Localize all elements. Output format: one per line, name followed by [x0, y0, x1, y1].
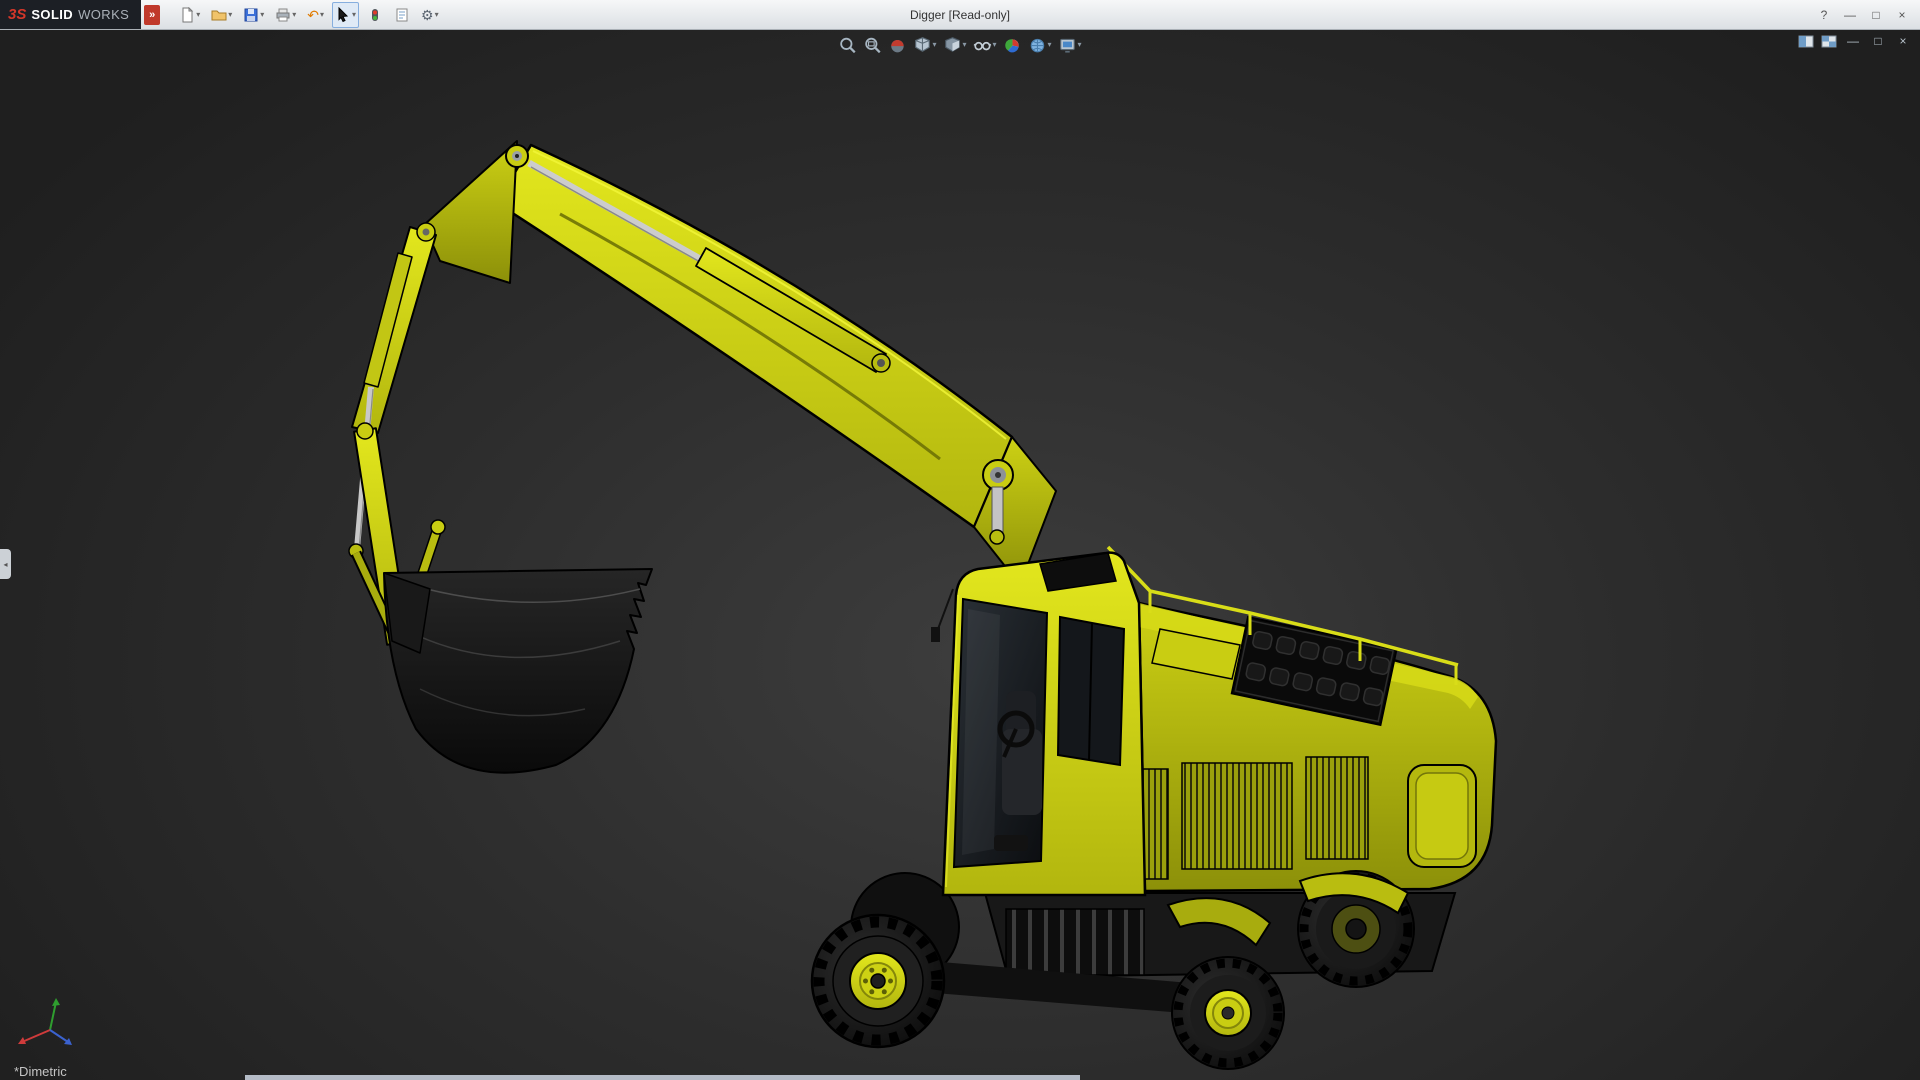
print-icon — [275, 7, 291, 23]
options-button[interactable]: ⚙ ▾ — [418, 2, 442, 28]
pane-split-icon[interactable] — [1821, 34, 1837, 49]
zoom-to-fit-icon — [838, 36, 856, 54]
section-view-icon — [888, 36, 906, 54]
options-gear-icon: ⚙ — [421, 8, 434, 22]
select-button[interactable]: ▾ — [332, 2, 359, 28]
display-style-button[interactable]: ▾ — [941, 31, 968, 59]
dropdown-caret-icon: ▾ — [352, 11, 356, 19]
dropdown-caret-icon: ▾ — [1048, 41, 1052, 49]
new-document-button[interactable]: ▾ — [176, 2, 203, 28]
rebuild-button[interactable] — [364, 2, 386, 28]
boom-arm-assembly[interactable] — [349, 141, 1056, 773]
reference-triad-icon — [10, 996, 90, 1056]
zoom-to-area-button[interactable] — [861, 31, 883, 59]
zoom-to-area-icon — [863, 36, 881, 54]
front-left-wheel[interactable] — [812, 915, 944, 1047]
heads-up-toolbar: ▾ ▾ ▾ ▾ ▾ — [836, 31, 1083, 59]
dropdown-caret-icon: ▾ — [992, 41, 996, 49]
front-right-wheel[interactable] — [1172, 957, 1284, 1069]
view-orientation-button[interactable]: ▾ — [911, 31, 938, 59]
brand-works-text: WORKS — [78, 7, 129, 22]
dropdown-caret-icon: ▾ — [932, 41, 936, 49]
menu-flyout-button[interactable]: » — [144, 5, 160, 25]
select-cursor-icon — [335, 7, 351, 23]
section-view-button[interactable] — [886, 31, 908, 59]
engine-body[interactable] — [1098, 547, 1496, 891]
side-grille-2[interactable] — [1182, 763, 1292, 869]
doc-close-button[interactable]: × — [1894, 33, 1912, 49]
hide-show-glasses-icon — [973, 36, 991, 54]
document-title: Digger [Read-only] — [910, 8, 1010, 22]
dropdown-caret-icon: ▾ — [292, 11, 296, 19]
print-button[interactable]: ▾ — [272, 2, 299, 28]
display-style-icon — [943, 36, 961, 54]
view-orientation-cube-icon — [913, 36, 931, 54]
brand-3s-icon: 3S — [8, 6, 26, 23]
graphics-viewport[interactable]: ▾ ▾ ▾ ▾ ▾ — [0, 29, 1920, 1080]
dropdown-caret-icon: ▾ — [320, 11, 324, 19]
cab[interactable] — [931, 553, 1145, 895]
file-properties-button[interactable] — [391, 2, 413, 28]
rebuild-traffic-light-icon — [367, 7, 383, 23]
apply-scene-globe-icon — [1029, 36, 1047, 54]
view-settings-icon — [1059, 36, 1077, 54]
window-maximize-button[interactable]: □ — [1864, 5, 1888, 25]
dropdown-caret-icon: ▾ — [435, 11, 439, 19]
undo-icon: ↶ — [307, 8, 319, 22]
side-grille-3[interactable] — [1306, 757, 1368, 859]
doc-restore-button[interactable]: □ — [1869, 33, 1887, 49]
solidworks-logo: 3S SOLID WORKS — [0, 0, 141, 29]
save-icon — [243, 7, 259, 23]
dropdown-caret-icon: ▾ — [196, 11, 200, 19]
side-mirror — [931, 627, 940, 642]
zoom-to-fit-button[interactable] — [836, 31, 858, 59]
apex-plate[interactable] — [424, 141, 517, 283]
window-minimize-button[interactable]: — — [1838, 5, 1862, 25]
boom[interactable] — [497, 145, 1012, 527]
file-properties-icon — [394, 7, 410, 23]
edit-appearance-ball-icon — [1004, 36, 1022, 54]
solidworks-window: 3S SOLID WORKS » ▾ ▾ ▾ ▾ ↶ ▾ — [0, 0, 1920, 1080]
pane-left-icon[interactable] — [1798, 34, 1814, 49]
bottom-strip — [245, 1075, 1080, 1080]
dropdown-caret-icon: ▾ — [962, 41, 966, 49]
save-button[interactable]: ▾ — [240, 2, 267, 28]
undo-button[interactable]: ↶ ▾ — [304, 2, 327, 28]
cab-vent — [994, 835, 1028, 851]
document-window-controls: — □ × — [1798, 33, 1912, 49]
apply-scene-button[interactable]: ▾ — [1027, 31, 1054, 59]
open-button[interactable]: ▾ — [208, 2, 235, 28]
mirror-arm — [938, 589, 953, 629]
view-orientation-label: *Dimetric — [14, 1064, 67, 1079]
model-canvas[interactable] — [0, 29, 1920, 1080]
open-folder-icon — [211, 7, 227, 23]
main-toolbar: ▾ ▾ ▾ ▾ ↶ ▾ ▾ — [176, 2, 441, 28]
stick-upper[interactable] — [352, 227, 436, 433]
doc-minimize-button[interactable]: — — [1844, 33, 1862, 49]
dropdown-caret-icon: ▾ — [260, 11, 264, 19]
new-document-icon — [179, 7, 195, 23]
window-close-button[interactable]: × — [1890, 5, 1914, 25]
titlebar: 3S SOLID WORKS » ▾ ▾ ▾ ▾ ↶ ▾ — [0, 0, 1920, 30]
edit-appearance-button[interactable] — [1002, 31, 1024, 59]
view-settings-button[interactable]: ▾ — [1057, 31, 1084, 59]
dropdown-caret-icon: ▾ — [228, 11, 232, 19]
panel-collapse-tab[interactable]: ◂ — [0, 549, 11, 579]
hide-show-items-button[interactable]: ▾ — [971, 31, 998, 59]
help-button[interactable]: ? — [1812, 5, 1836, 25]
dropdown-caret-icon: ▾ — [1078, 41, 1082, 49]
brand-solid-text: SOLID — [31, 7, 73, 22]
window-controls: ? — □ × — [1812, 5, 1920, 25]
